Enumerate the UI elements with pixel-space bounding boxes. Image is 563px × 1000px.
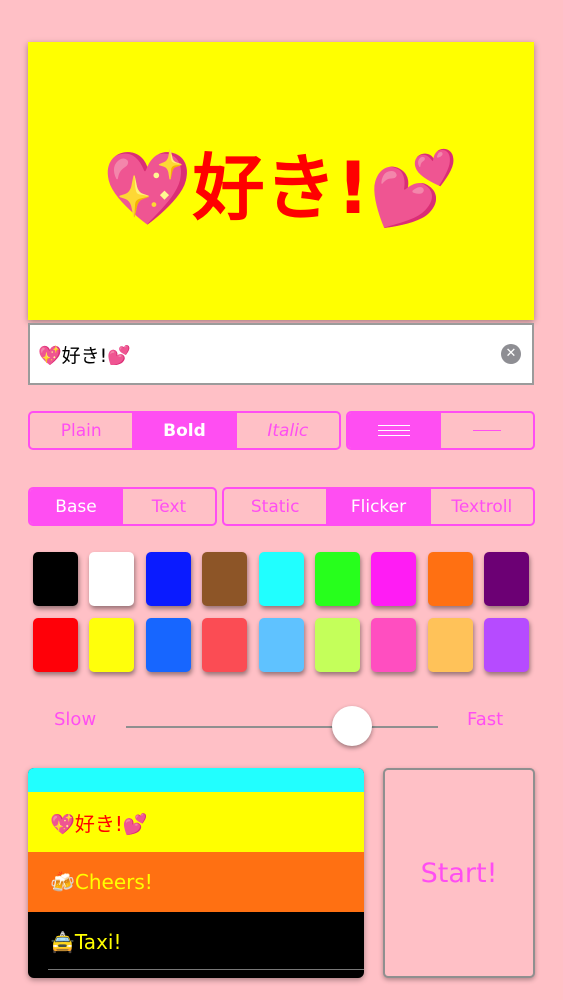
single-line-button[interactable]	[440, 413, 533, 448]
lines-icon	[378, 425, 410, 436]
history-item-label: 🚖Taxi!	[50, 930, 122, 954]
speed-slider-thumb[interactable]	[332, 706, 372, 746]
history-item-label: 🍻Cheers!	[50, 870, 153, 894]
color-swatch[interactable]	[33, 618, 78, 672]
color-swatch[interactable]	[146, 552, 191, 606]
animation-flicker[interactable]: Flicker	[326, 489, 430, 524]
font-style-control: Plain Bold Italic	[28, 411, 341, 450]
color-swatch[interactable]	[89, 618, 134, 672]
message-input-field[interactable]: ✕	[28, 323, 534, 385]
color-target-text[interactable]: Text	[122, 489, 215, 524]
color-swatch[interactable]	[146, 618, 191, 672]
font-style-plain[interactable]: Plain	[30, 413, 132, 448]
color-target-control: Base Text	[28, 487, 217, 526]
message-input[interactable]	[38, 343, 478, 365]
history-item[interactable]	[28, 768, 364, 792]
color-swatch[interactable]	[259, 552, 304, 606]
color-swatch[interactable]	[202, 552, 247, 606]
history-item[interactable]: 💖好き!💕	[28, 792, 364, 852]
color-swatch[interactable]	[315, 618, 360, 672]
color-target-base[interactable]: Base	[30, 489, 122, 524]
history-item[interactable]: 🍻Cheers!	[28, 852, 364, 912]
color-swatch[interactable]	[484, 552, 529, 606]
color-swatch[interactable]	[428, 552, 473, 606]
color-swatch[interactable]	[202, 618, 247, 672]
list-separator	[48, 969, 364, 970]
color-swatch[interactable]	[484, 618, 529, 672]
line-mode-control	[346, 411, 535, 450]
start-button[interactable]: Start!	[383, 768, 535, 978]
animation-control: Static Flicker Textroll	[222, 487, 535, 526]
color-swatch[interactable]	[371, 618, 416, 672]
history-list[interactable]: 💖好き!💕 🍻Cheers! 🚖Taxi!	[28, 768, 364, 978]
color-swatch[interactable]	[371, 552, 416, 606]
history-item-label: 💖好き!💕	[50, 811, 148, 836]
animation-textroll[interactable]: Textroll	[429, 489, 533, 524]
color-swatch[interactable]	[315, 552, 360, 606]
color-swatch[interactable]	[33, 552, 78, 606]
color-swatch[interactable]	[89, 552, 134, 606]
slow-label: Slow	[54, 709, 97, 730]
fast-label: Fast	[467, 709, 504, 730]
font-style-italic[interactable]: Italic	[235, 413, 339, 448]
color-swatch[interactable]	[259, 618, 304, 672]
color-swatch[interactable]	[428, 618, 473, 672]
multi-line-button[interactable]	[348, 413, 440, 448]
history-item[interactable]: 🚖Taxi!	[28, 912, 364, 972]
line-icon	[473, 430, 501, 431]
animation-static[interactable]: Static	[224, 489, 326, 524]
clear-text-icon[interactable]: ✕	[501, 344, 521, 364]
font-style-bold[interactable]: Bold	[132, 413, 236, 448]
speed-slider-track[interactable]	[126, 726, 438, 728]
banner-preview: 💖好き!💕	[28, 42, 534, 320]
preview-text: 💖好き!💕	[102, 145, 460, 230]
